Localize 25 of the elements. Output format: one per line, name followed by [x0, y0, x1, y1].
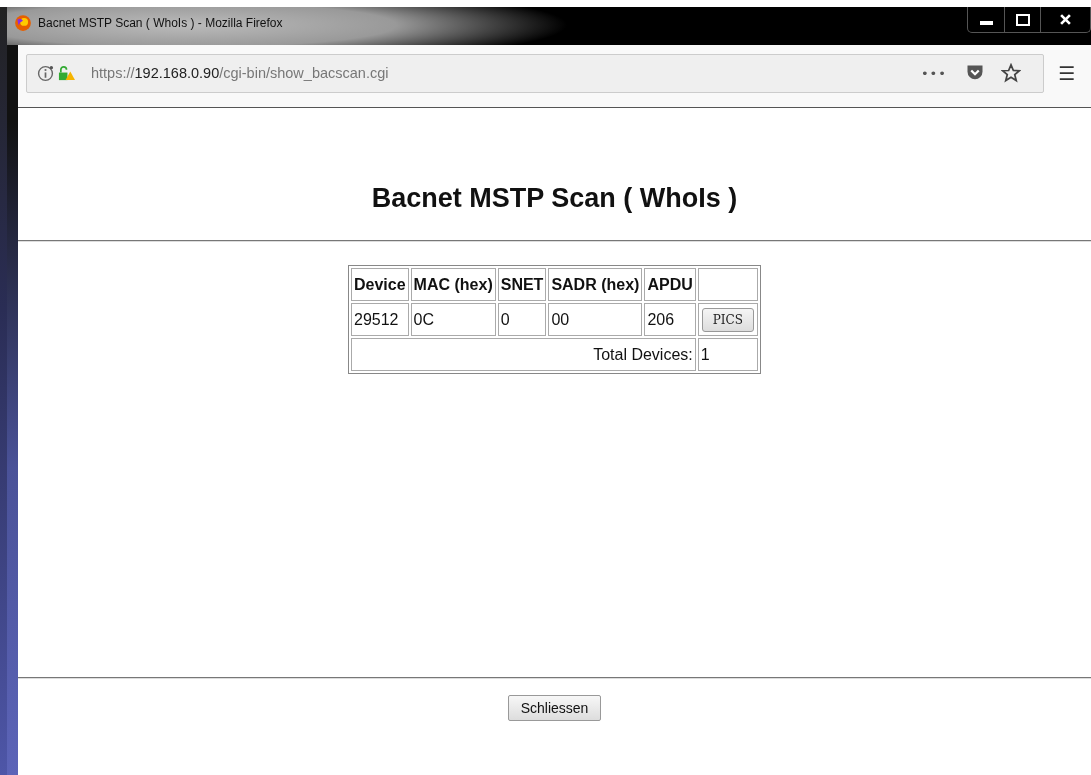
column-header: Device — [351, 268, 409, 301]
table-cell: 0C — [410, 303, 496, 336]
lock-warning-icon[interactable] — [58, 64, 75, 82]
menu-button[interactable]: ☰ — [1057, 62, 1075, 84]
column-header: MAC (hex) — [410, 268, 496, 301]
address-bar[interactable]: https://192.168.0.90/cgi-bin/show_bacscan.cgi ••• — [26, 53, 1044, 93]
total-value: 1 — [697, 338, 758, 371]
info-icon[interactable] — [37, 64, 54, 82]
page-heading: Bacnet MSTP Scan ( WhoIs ) — [371, 183, 738, 214]
firefox-icon — [14, 14, 32, 32]
close-window-button[interactable]: Schliessen — [507, 695, 602, 721]
table-cell: 00 — [548, 303, 643, 336]
table-cell: 206 — [644, 303, 696, 336]
table-cell: 29512 — [351, 303, 409, 336]
close-icon — [1060, 14, 1071, 25]
column-header: APDU — [644, 268, 696, 301]
column-header: SADR (hex) — [548, 268, 643, 301]
more-actions-button[interactable]: ••• — [920, 65, 947, 81]
url-text: https://192.168.0.90/cgi-bin/show_bacscan.cgi — [91, 65, 389, 81]
star-icon[interactable] — [1000, 63, 1021, 83]
column-header: SNET — [497, 268, 547, 301]
total-label: Total Devices: — [351, 338, 696, 371]
table-cell: 0 — [497, 303, 547, 336]
pics-button[interactable]: PICS — [701, 307, 754, 332]
window-title: Bacnet MSTP Scan ( WhoIs ) - Mozilla Firefox — [38, 16, 283, 30]
